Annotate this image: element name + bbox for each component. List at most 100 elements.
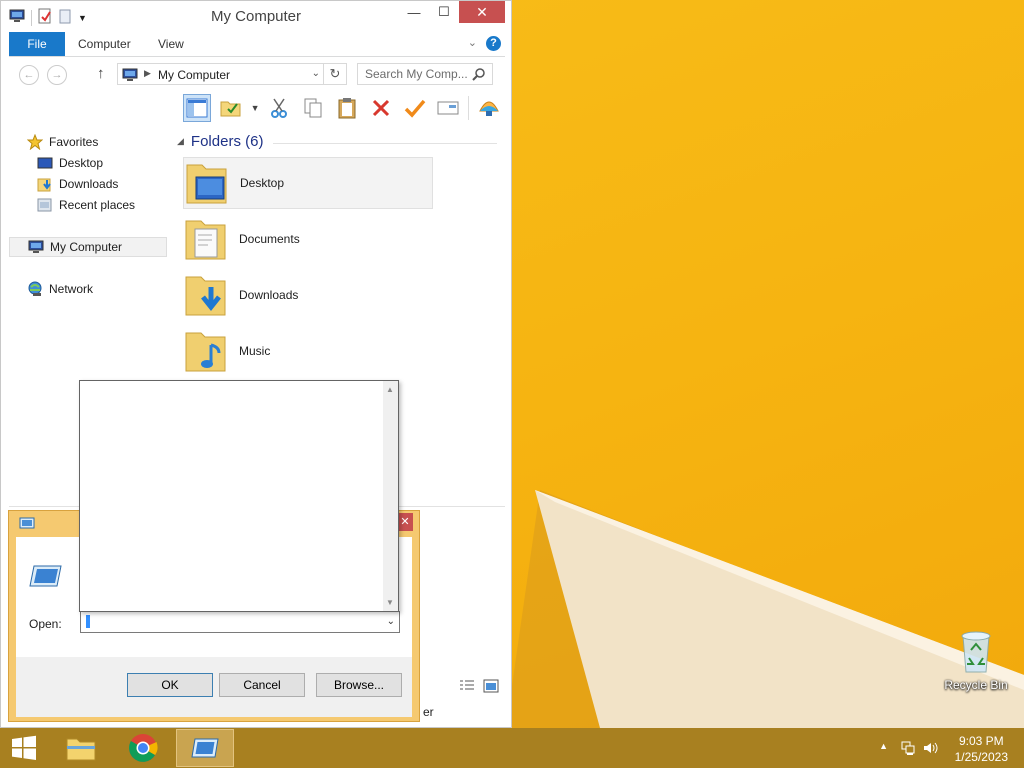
nav-recent-places[interactable]: Recent places xyxy=(37,195,193,215)
paste-icon[interactable] xyxy=(333,94,361,122)
taskbar-chrome[interactable] xyxy=(114,729,172,767)
star-icon xyxy=(27,134,43,150)
volume-icon[interactable] xyxy=(922,740,938,759)
tab-file[interactable]: File xyxy=(9,32,65,56)
breadcrumb-arrow-icon[interactable]: ▶ xyxy=(144,68,151,79)
ribbon-tabs: File Computer View ⌄ ? xyxy=(9,32,505,57)
shell-icon[interactable] xyxy=(475,94,503,122)
clock-date: 1/25/2023 xyxy=(954,750,1008,764)
documents-folder-icon xyxy=(183,215,229,263)
nav-favorites[interactable]: Favorites xyxy=(27,132,183,152)
dropdown-scrollbar[interactable]: ▲ ▼ xyxy=(383,381,398,611)
chrome-icon xyxy=(129,734,158,762)
address-path: My Computer xyxy=(158,68,231,82)
recycle-bin[interactable]: Recycle Bin xyxy=(938,628,1014,692)
folder-item-desktop[interactable]: Desktop xyxy=(183,157,433,209)
network-icon xyxy=(27,281,43,297)
open-history-dropdown[interactable]: ▲ ▼ xyxy=(79,380,399,612)
taskbar: ▲ 9:03 PM 1/25/2023 xyxy=(0,728,1024,768)
minimize-button[interactable]: — xyxy=(399,1,429,23)
title-bar: ▼ My Computer — ☐ ✕ xyxy=(1,1,511,31)
search-icon[interactable] xyxy=(472,67,486,84)
address-dropdown-icon[interactable]: ⌄ xyxy=(312,68,320,79)
folder-label: Downloads xyxy=(239,288,299,302)
cut-icon[interactable] xyxy=(266,94,294,122)
wallpaper-paper xyxy=(535,490,1024,728)
forward-button[interactable]: → xyxy=(47,65,67,85)
desktop-folder-icon xyxy=(184,159,230,207)
file-explorer-icon xyxy=(66,738,96,761)
ribbon-expand-icon[interactable]: ⌄ xyxy=(468,36,477,49)
ok-button[interactable]: OK xyxy=(127,673,213,697)
status-text: er xyxy=(423,705,434,719)
folder-item-documents[interactable]: Documents xyxy=(183,213,433,265)
toolbar-separator xyxy=(468,96,470,120)
command-toolbar: ▼ xyxy=(183,93,503,123)
folders-group-label: Folders (6) xyxy=(190,133,264,150)
desktop-icon xyxy=(37,155,53,171)
open-input[interactable] xyxy=(81,612,381,632)
search-box[interactable] xyxy=(357,63,493,85)
back-button[interactable]: ← xyxy=(19,65,39,85)
copy-icon[interactable] xyxy=(299,94,327,122)
nav-my-computer[interactable]: My Computer xyxy=(9,237,167,257)
nav-favorites-label: Favorites xyxy=(49,135,99,149)
refresh-button[interactable]: ↻ xyxy=(323,64,346,84)
scroll-down-icon[interactable]: ▼ xyxy=(386,598,394,607)
collapse-icon[interactable]: ◢ xyxy=(177,136,184,147)
search-input[interactable] xyxy=(358,64,477,84)
nav-downloads-label: Downloads xyxy=(59,177,119,191)
nav-recent-places-label: Recent places xyxy=(59,198,136,212)
toolbar-dropdown-icon[interactable]: ▼ xyxy=(251,103,260,113)
window-controls: — ☐ ✕ xyxy=(399,1,505,23)
nav-downloads[interactable]: Downloads xyxy=(37,174,193,194)
taskbar-file-explorer[interactable] xyxy=(52,729,110,767)
folder-item-downloads[interactable]: Downloads xyxy=(183,269,433,321)
navigation-pane-button[interactable] xyxy=(183,94,211,122)
show-hidden-icons-icon[interactable]: ▲ xyxy=(879,741,888,751)
music-folder-icon xyxy=(183,327,229,375)
my-computer-icon xyxy=(28,239,44,255)
taskbar-run[interactable] xyxy=(176,729,234,767)
group-divider xyxy=(273,143,497,144)
open-combobox[interactable]: ⌄ xyxy=(80,611,400,633)
details-view-icon[interactable] xyxy=(459,679,475,696)
folder-item-music[interactable]: Music xyxy=(183,325,433,377)
checkmark-icon[interactable] xyxy=(401,94,429,122)
clock[interactable]: 9:03 PM 1/25/2023 xyxy=(955,733,1008,765)
large-icons-view-icon[interactable] xyxy=(483,679,499,696)
address-bar[interactable]: ▶ My Computer ⌄ ↻ xyxy=(117,63,347,85)
up-button[interactable]: ↑ xyxy=(97,65,105,82)
help-icon[interactable]: ? xyxy=(486,36,501,51)
start-button[interactable] xyxy=(0,728,48,768)
scroll-up-icon[interactable]: ▲ xyxy=(386,385,394,394)
rename-icon[interactable] xyxy=(434,94,462,122)
folders-group-header[interactable]: ◢ Folders (6) xyxy=(177,133,497,150)
tab-view[interactable]: View xyxy=(158,32,184,56)
recycle-bin-label: Recycle Bin xyxy=(944,678,1008,692)
nav-network[interactable]: Network xyxy=(27,279,183,299)
close-button[interactable]: ✕ xyxy=(459,1,505,23)
folder-label: Music xyxy=(239,344,271,358)
maximize-button[interactable]: ☐ xyxy=(429,1,459,23)
downloads-folder-icon xyxy=(183,271,229,319)
run-app-icon xyxy=(29,564,63,591)
downloads-icon xyxy=(37,176,53,192)
cancel-button[interactable]: Cancel xyxy=(219,673,305,697)
tab-computer[interactable]: Computer xyxy=(78,32,131,56)
nav-desktop[interactable]: Desktop xyxy=(37,153,193,173)
view-switcher xyxy=(459,679,499,696)
browse-button[interactable]: Browse... xyxy=(316,673,402,697)
open-label: Open: xyxy=(29,617,62,631)
properties-folder-icon[interactable] xyxy=(217,94,245,122)
network-status-icon[interactable] xyxy=(900,740,916,759)
windows-logo-icon xyxy=(12,735,36,760)
delete-icon[interactable] xyxy=(367,94,395,122)
run-icon xyxy=(191,738,219,758)
folder-label: Desktop xyxy=(240,176,285,190)
clock-time: 9:03 PM xyxy=(958,734,1004,748)
run-close-button[interactable]: ✕ xyxy=(397,513,413,531)
text-cursor xyxy=(86,615,90,628)
nav-network-label: Network xyxy=(49,282,94,296)
open-dropdown-icon[interactable]: ⌄ xyxy=(387,616,395,627)
